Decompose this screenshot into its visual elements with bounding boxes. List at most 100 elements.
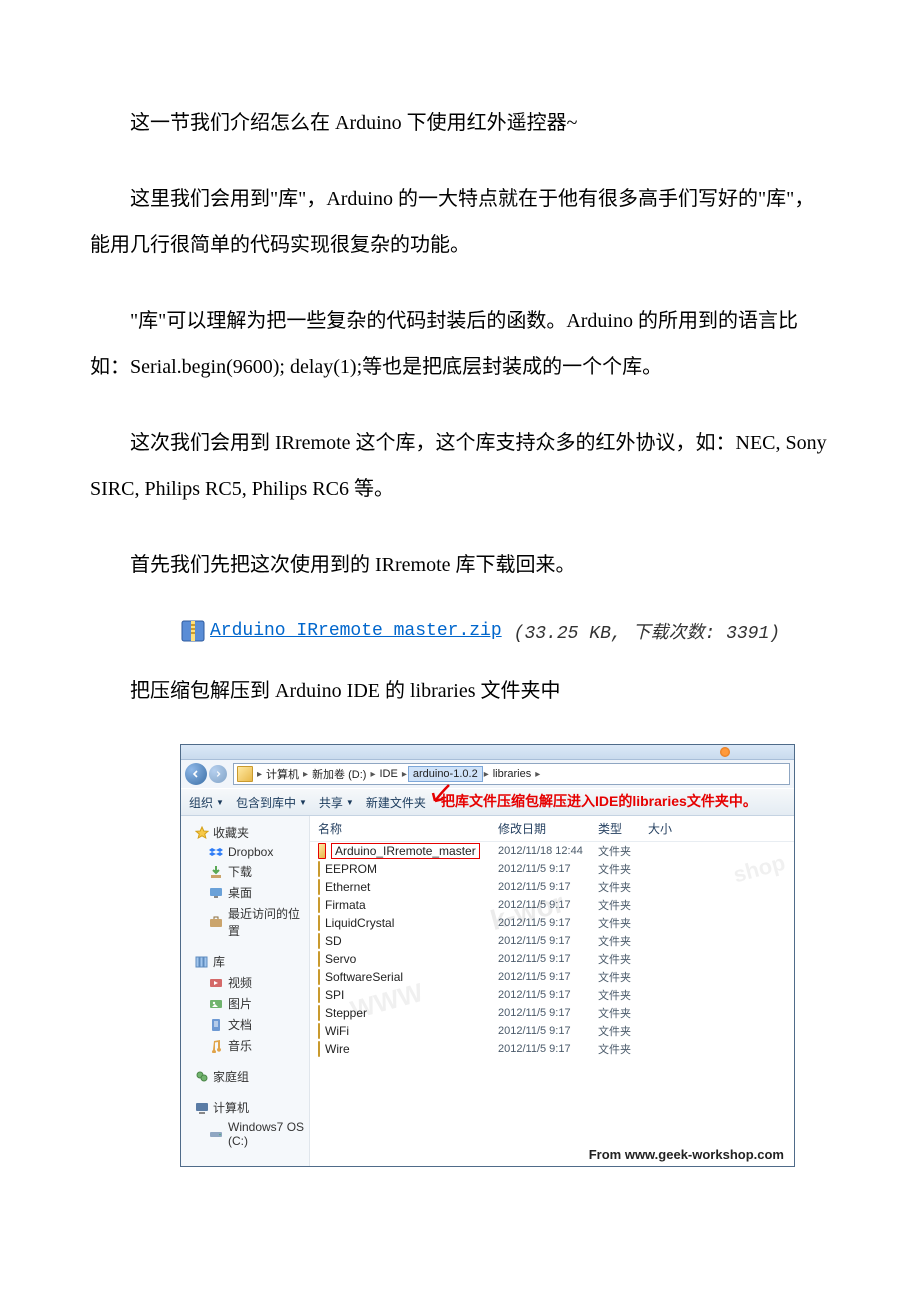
sidebar-music[interactable]: 音乐 (181, 1035, 309, 1056)
file-row[interactable]: SD2012/11/5 9:17文件夹 (310, 932, 794, 950)
sidebar-favorites[interactable]: 收藏夹 (181, 822, 309, 843)
file-date: 2012/11/5 9:17 (498, 935, 598, 947)
explorer-screenshot: ▸ 计算机 ▸ 新加卷 (D:) ▸ IDE ▸ arduino-1.0.2 ▸… (180, 744, 795, 1167)
breadcrumb-seg-selected[interactable]: arduino-1.0.2 (408, 766, 483, 782)
folder-icon (318, 1023, 320, 1039)
file-row[interactable]: LiquidCrystal2012/11/5 9:17文件夹 (310, 914, 794, 932)
breadcrumb-seg[interactable]: libraries (490, 768, 535, 780)
newfolder-button[interactable]: 新建文件夹 (366, 794, 426, 811)
file-row[interactable]: WiFi2012/11/5 9:17文件夹 (310, 1022, 794, 1040)
include-button[interactable]: 包含到库中▼ (236, 794, 307, 811)
sidebar-computer[interactable]: 计算机 (181, 1097, 309, 1118)
folder-icon (318, 897, 320, 913)
download-meta: (33.25 KB, 下载次数: 3391) (514, 618, 780, 644)
sidebar-downloads[interactable]: 下载 (181, 861, 309, 882)
paragraph: "库"可以理解为把一些复杂的代码封装后的函数。Arduino 的所用到的语言比如… (90, 298, 830, 390)
file-name: SoftwareSerial (325, 970, 403, 984)
file-name: SD (325, 934, 342, 948)
file-type: 文件夹 (598, 915, 648, 931)
file-type: 文件夹 (598, 1023, 648, 1039)
folder-icon (318, 843, 326, 859)
column-headers: 名称 修改日期 类型 大小 (310, 816, 794, 842)
file-date: 2012/11/5 9:17 (498, 899, 598, 911)
file-row[interactable]: SPI 2012/11/5 9:17文件夹 (310, 986, 794, 1004)
file-row[interactable]: EEPROM2012/11/5 9:17文件夹 (310, 860, 794, 878)
zip-icon (180, 618, 206, 644)
sidebar-cdrive[interactable]: Windows7 OS (C:) (181, 1118, 309, 1150)
col-type[interactable]: 类型 (598, 820, 648, 837)
file-type: 文件夹 (598, 951, 648, 967)
video-icon (209, 976, 223, 990)
file-date: 2012/11/5 9:17 (498, 953, 598, 965)
col-date[interactable]: 修改日期 (498, 820, 598, 837)
picture-icon (209, 997, 223, 1011)
folder-icon (318, 969, 320, 985)
file-type: 文件夹 (598, 1041, 648, 1057)
folder-icon (318, 987, 320, 1003)
sidebar-desktop[interactable]: 桌面 (181, 882, 309, 903)
sidebar-homegroup[interactable]: 家庭组 (181, 1066, 309, 1087)
forward-button[interactable] (209, 765, 227, 783)
file-date: 2012/11/5 9:17 (498, 989, 598, 1001)
file-date: 2012/11/5 9:17 (498, 1007, 598, 1019)
col-name[interactable]: 名称 (318, 820, 498, 837)
folder-icon (318, 861, 320, 877)
folder-icon (318, 933, 320, 949)
file-name: LiquidCrystal (325, 916, 394, 930)
folder-icon (318, 915, 320, 931)
computer-icon (195, 1101, 209, 1115)
sidebar-documents[interactable]: 文档 (181, 1014, 309, 1035)
file-row[interactable]: SoftwareSerial2012/11/5 9:17文件夹 (310, 968, 794, 986)
window-titlebar (181, 745, 794, 760)
sidebar-dropbox[interactable]: Dropbox (181, 843, 309, 861)
sidebar-pictures[interactable]: 图片 (181, 993, 309, 1014)
file-name: Servo (325, 952, 356, 966)
file-type: 文件夹 (598, 861, 648, 877)
download-link[interactable]: Arduino IRremote master.zip (210, 621, 502, 641)
file-row[interactable]: Stepper2012/11/5 9:17文件夹 (310, 1004, 794, 1022)
file-name: EEPROM (325, 862, 377, 876)
breadcrumb-arrow: ▸ (401, 769, 408, 780)
breadcrumb-arrow: ▸ (483, 769, 490, 780)
file-row[interactable]: Ethernet2012/11/5 9:17文件夹 (310, 878, 794, 896)
address-bar[interactable]: ▸ 计算机 ▸ 新加卷 (D:) ▸ IDE ▸ arduino-1.0.2 ▸… (233, 763, 790, 785)
file-date: 2012/11/5 9:17 (498, 881, 598, 893)
file-name: SPI (325, 988, 344, 1002)
download-row: Arduino IRremote master.zip (33.25 KB, 下… (180, 618, 830, 644)
file-pane: 名称 修改日期 类型 大小 Arduino_IRremote_master 201… (310, 816, 794, 1166)
organize-button[interactable]: 组织▼ (189, 794, 224, 811)
document-icon (209, 1018, 223, 1032)
breadcrumb-seg[interactable]: IDE (376, 768, 400, 780)
breadcrumb-arrow: ▸ (534, 769, 541, 780)
breadcrumb-seg[interactable]: 计算机 (263, 766, 302, 782)
share-button[interactable]: 共享▼ (319, 794, 354, 811)
paragraph: 这里我们会用到"库"，Arduino 的一大特点就在于他有很多高手们写好的"库"… (90, 176, 830, 268)
file-date: 2012/11/18 12:44 (498, 845, 598, 857)
download-icon (209, 865, 223, 879)
file-type: 文件夹 (598, 879, 648, 895)
file-row[interactable]: Wire2012/11/5 9:17文件夹 (310, 1040, 794, 1058)
sidebar-videos[interactable]: 视频 (181, 972, 309, 993)
explorer-body: 收藏夹 Dropbox 下载 桌面 (181, 816, 794, 1166)
music-icon (209, 1039, 223, 1053)
paragraph: 首先我们先把这次使用到的 IRremote 库下载回来。 (90, 542, 830, 588)
col-size[interactable]: 大小 (648, 820, 688, 837)
sidebar-libraries[interactable]: 库 (181, 951, 309, 972)
file-type: 文件夹 (598, 969, 648, 985)
document-page: 这一节我们介绍怎么在 Arduino 下使用红外遥控器~ 这里我们会用到"库"，… (0, 0, 920, 1207)
toolbar: 组织▼ 包含到库中▼ 共享▼ 新建文件夹 把库文件压缩包解压进入IDE的libr… (181, 788, 794, 816)
file-type: 文件夹 (598, 987, 648, 1003)
breadcrumb-arrow: ▸ (302, 769, 309, 780)
file-row[interactable]: Arduino_IRremote_master2012/11/18 12:44文… (310, 842, 794, 860)
sidebar-recent[interactable]: 最近访问的位置 (181, 903, 309, 941)
folder-icon (318, 1005, 320, 1021)
file-type: 文件夹 (598, 897, 648, 913)
annotation-text: 把库文件压缩包解压进入IDE的libraries文件夹中。 (441, 791, 757, 811)
back-button[interactable] (185, 763, 207, 785)
file-list: Arduino_IRremote_master2012/11/18 12:44文… (310, 842, 794, 1058)
file-row[interactable]: Firmata2012/11/5 9:17文件夹 (310, 896, 794, 914)
breadcrumb-seg[interactable]: 新加卷 (D:) (309, 766, 369, 782)
file-row[interactable]: Servo 2012/11/5 9:17文件夹 (310, 950, 794, 968)
sidebar: 收藏夹 Dropbox 下载 桌面 (181, 816, 310, 1166)
file-name: Arduino_IRremote_master (331, 843, 480, 859)
